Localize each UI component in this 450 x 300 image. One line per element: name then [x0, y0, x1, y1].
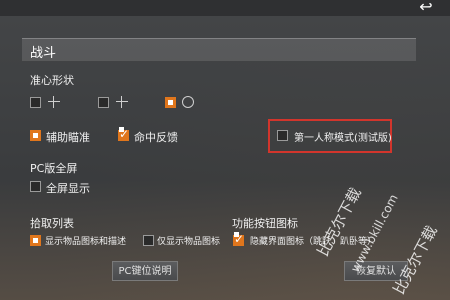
aim-assist-label: 辅助瞄准 — [46, 131, 90, 144]
pickup-list-label: 拾取列表 — [30, 217, 74, 230]
section-title: 战斗 — [30, 46, 57, 61]
fullscreen-checkbox[interactable] — [30, 181, 41, 192]
show-icon-only-label: 仅显示物品图标 — [157, 237, 221, 247]
show-icon-only-checkbox[interactable] — [143, 235, 154, 246]
crosshair-option-2-checkbox[interactable] — [98, 97, 109, 108]
crosshair-label: 准心形状 — [30, 74, 74, 87]
hide-interface-label: 隐藏界面图标（跳跃、趴卧等） — [250, 237, 377, 247]
crosshair-circle-icon — [182, 96, 194, 108]
hit-feedback-checkbox[interactable] — [118, 127, 129, 141]
show-icon-desc-label: 显示物品图标和描述 — [45, 237, 127, 247]
first-person-label: 第一人称模式(测试版) — [294, 133, 392, 144]
back-arrow-icon[interactable]: ↩ — [412, 0, 440, 16]
function-icons-label: 功能按钮图标 — [232, 217, 298, 230]
crosshair-option-3-checkbox[interactable] — [165, 97, 176, 108]
crosshair-option-1-checkbox[interactable] — [30, 97, 41, 108]
crosshair-plus-icon — [116, 96, 128, 108]
hide-interface-checkbox[interactable] — [233, 232, 244, 246]
fullscreen-option-label: 全屏显示 — [46, 182, 90, 195]
hit-feedback-label: 命中反馈 — [134, 131, 178, 144]
first-person-checkbox[interactable] — [277, 130, 288, 141]
top-bar — [0, 0, 450, 16]
show-icon-desc-checkbox[interactable] — [30, 235, 41, 246]
pc-fullscreen-label: PC版全屏 — [30, 162, 78, 175]
pc-keys-button[interactable]: PC键位说明 — [112, 261, 178, 281]
aim-assist-checkbox[interactable] — [30, 130, 41, 141]
section-header: 战斗 — [22, 38, 416, 61]
crosshair-cross-icon — [48, 96, 60, 108]
